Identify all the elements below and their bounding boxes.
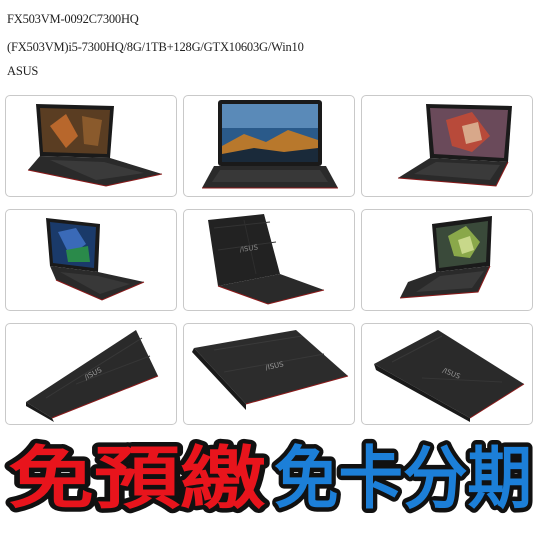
laptop-closed-front-image: /ISUS (192, 330, 349, 410)
product-image-6[interactable] (361, 209, 533, 311)
product-image-7[interactable]: /ISUS (5, 323, 177, 425)
laptop-closed-right-image: /ISUS (374, 330, 525, 422)
laptop-open-side-right-image (399, 216, 492, 299)
laptop-closed-left-image: /ISUS (26, 330, 159, 422)
product-image-3[interactable] (361, 95, 533, 197)
product-image-5[interactable]: /ISUS (183, 209, 355, 311)
product-image-9[interactable]: /ISUS (361, 323, 533, 425)
banner-no-card-installment-text: 免卡分期 (274, 440, 532, 519)
brand-name: ASUS (7, 64, 39, 78)
laptop-open-front-left-image (27, 104, 163, 187)
promo-banner: 免預繳 免卡分期 (0, 430, 540, 540)
product-image-4[interactable] (5, 209, 177, 311)
spec-line: (FX503VM)i5-7300HQ/8G/1TB+128G/GTX10603G… (7, 40, 304, 54)
product-image-1[interactable] (5, 95, 177, 197)
banner-no-deposit-text: 免預繳 (8, 440, 266, 519)
laptop-open-side-left-image (46, 218, 145, 301)
model-code: FX503VM-0092C7300HQ (7, 12, 139, 26)
product-image-2[interactable] (183, 95, 355, 197)
promo-banner-graphic: 免預繳 免卡分期 (4, 436, 537, 524)
laptop-lid-back-image: /ISUS (208, 214, 325, 305)
product-image-gallery: /ISUS /ISUS /ISUS /ISUS (5, 95, 535, 430)
product-image-8[interactable]: /ISUS (183, 323, 355, 425)
laptop-open-front-right-image (397, 104, 512, 187)
laptop-open-front-image (202, 100, 338, 189)
